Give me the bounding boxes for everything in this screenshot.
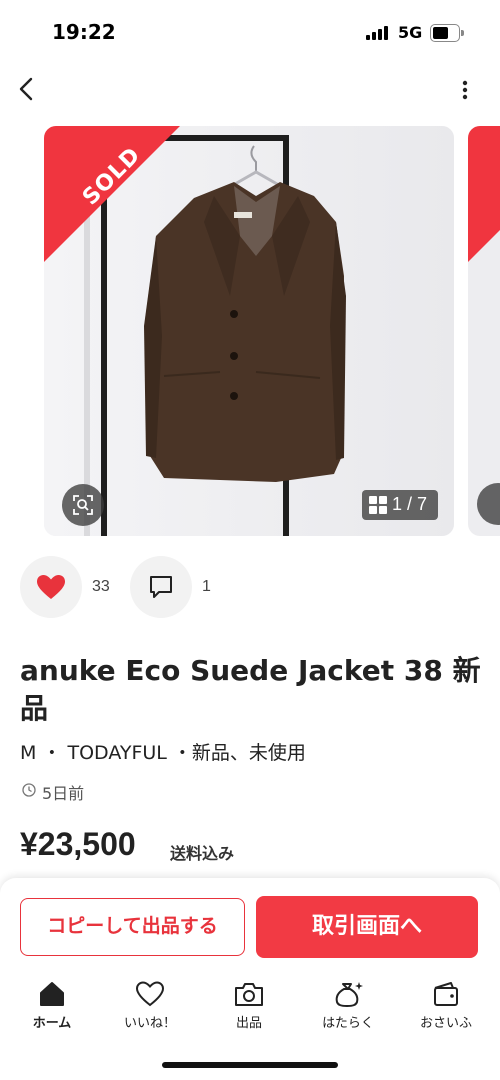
clock-icon — [22, 783, 36, 797]
tab-home[interactable]: ホーム — [7, 978, 97, 1038]
back-button[interactable] — [12, 72, 42, 106]
tab-label: おさいふ — [419, 1016, 472, 1031]
comment-button[interactable] — [130, 556, 192, 618]
tab-work[interactable]: はたらく — [303, 978, 393, 1038]
trade-screen-button[interactable]: 取引画面へ — [256, 896, 478, 958]
action-sheet: コピーして出品する 取引画面へ ホーム いいね！ 出品 はたらく おさいふ — [0, 878, 500, 1080]
home-indicator — [162, 1062, 338, 1068]
money-bag-icon — [335, 982, 363, 1008]
wallet-icon — [434, 982, 458, 1006]
product-photo[interactable]: SOLD 1 / 7 — [44, 126, 454, 536]
network-type: 5G — [398, 23, 423, 42]
photo-gallery[interactable]: SOLD 1 / 7 — [0, 126, 500, 538]
tab-sell[interactable]: 出品 — [204, 978, 294, 1038]
photo-counter-button[interactable]: 1 / 7 — [362, 490, 438, 520]
tab-bar: ホーム いいね！ 出品 はたらく おさいふ — [0, 978, 500, 1038]
photo-counter: 1 / 7 — [392, 494, 428, 514]
tab-label: ホーム — [32, 1016, 72, 1031]
more-vertical-icon — [462, 80, 468, 100]
item-title: anuke Eco Suede Jacket 38 新品 — [20, 654, 481, 725]
tab-label: いいね！ — [123, 1016, 176, 1031]
tab-wallet[interactable]: おさいふ — [401, 978, 491, 1038]
tab-label: 出品 — [235, 1016, 262, 1031]
tab-label: はたらく — [322, 1016, 374, 1031]
price: ¥23,500 — [20, 826, 136, 862]
status-bar: 19:22 5G — [0, 0, 500, 66]
sold-ribbon: SOLD — [44, 126, 180, 262]
item-meta: M ・ TODAYFUL ・新品、未使用 — [20, 742, 306, 764]
like-count: 33 — [92, 578, 110, 595]
posted-time: 5日前 — [42, 784, 85, 803]
heart-outline-icon — [135, 981, 165, 1007]
comment-count: 1 — [202, 578, 211, 595]
home-icon — [40, 982, 64, 1006]
like-button[interactable] — [20, 556, 82, 618]
zoom-search-icon — [73, 495, 93, 515]
battery-icon — [430, 24, 464, 42]
heart-icon — [37, 575, 65, 599]
zoom-button[interactable] — [62, 484, 104, 526]
next-product-photo[interactable] — [468, 126, 500, 536]
shipping-note: 送料込み — [170, 844, 235, 863]
tab-likes[interactable]: いいね！ — [105, 978, 195, 1038]
more-options-button[interactable] — [452, 74, 478, 106]
camera-icon — [235, 983, 263, 1006]
comment-icon — [150, 576, 172, 598]
chevron-left-icon — [19, 77, 33, 101]
copy-listing-button[interactable]: コピーして出品する — [20, 898, 245, 956]
status-time: 19:22 — [52, 20, 116, 44]
grid-icon — [369, 496, 387, 514]
signal-icon — [366, 26, 390, 40]
